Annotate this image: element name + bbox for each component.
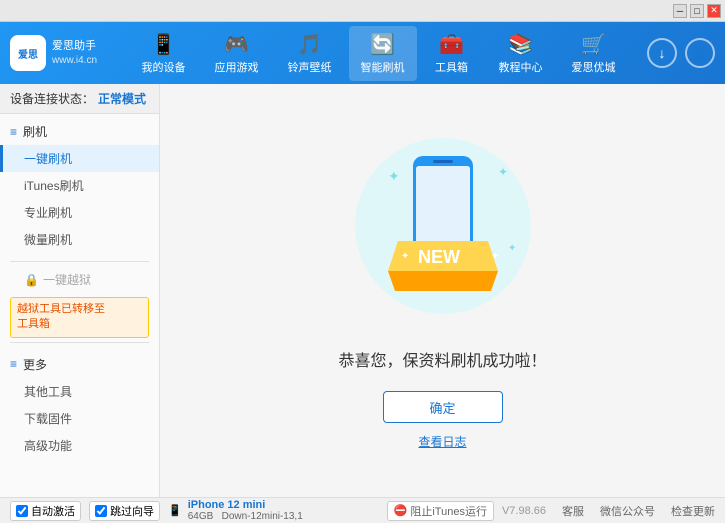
content-area: ✦ ✦ ✦ NEW ✦ ✦	[160, 84, 725, 497]
logo-icon: 爱思	[10, 35, 46, 71]
bottom-right: V7.98.66 客服 微信公众号 检查更新	[502, 503, 715, 519]
header: 爱思 爱思助手 www.i4.cn 📱 我的设备 🎮 应用游戏 🎵 铃声壁纸 🔄…	[0, 22, 725, 84]
nav-bar: 📱 我的设备 🎮 应用游戏 🎵 铃声壁纸 🔄 智能刷机 🧰 工具箱 📚 教程中心…	[110, 26, 647, 81]
daily-link[interactable]: 查看日志	[418, 433, 466, 450]
nav-smart-flash[interactable]: 🔄 智能刷机	[349, 26, 417, 81]
header-right: ↓ 👤	[647, 38, 715, 68]
ringtone-icon: 🎵	[297, 32, 322, 57]
flash-section-icon: ≡	[10, 125, 17, 139]
auto-connect-input[interactable]	[16, 505, 28, 517]
check-update-link[interactable]: 检查更新	[671, 503, 715, 519]
wechat-link[interactable]: 微信公众号	[600, 503, 655, 519]
flash-section-header[interactable]: ≡ 刷机	[0, 118, 159, 145]
tutorial-icon: 📚	[508, 32, 533, 57]
nav-apps-games[interactable]: 🎮 应用游戏	[203, 26, 271, 81]
svg-text:NEW: NEW	[418, 247, 460, 267]
download-button[interactable]: ↓	[647, 38, 677, 68]
svg-text:✦: ✦	[491, 251, 499, 262]
more-section-icon: ≡	[10, 357, 17, 371]
logo-area: 爱思 爱思助手 www.i4.cn	[10, 35, 110, 71]
phone-icon: 📱	[151, 32, 176, 57]
flash-icon: 🔄	[370, 32, 395, 57]
version-text: V7.98.66	[502, 505, 546, 517]
itunes-icon: ⛔	[394, 504, 408, 517]
support-link[interactable]: 客服	[562, 503, 584, 519]
nav-ringtones[interactable]: 🎵 铃声壁纸	[276, 26, 344, 81]
skip-wizard-input[interactable]	[95, 505, 107, 517]
confirm-button[interactable]: 确定	[383, 391, 503, 423]
logo-text: 爱思助手 www.i4.cn	[52, 39, 97, 66]
sidebar-item-advanced[interactable]: 高级功能	[0, 432, 159, 459]
user-button[interactable]: 👤	[685, 38, 715, 68]
success-message: 恭喜您，保资料刷机成功啦！	[338, 347, 546, 371]
svg-text:✦: ✦	[388, 168, 400, 184]
svg-text:✦: ✦	[498, 165, 508, 179]
store-icon: 🛒	[581, 32, 606, 57]
sidebar-section-more: ≡ 更多 其他工具 下载固件 高级功能	[0, 347, 159, 463]
apps-icon: 🎮	[224, 32, 249, 57]
nav-my-device[interactable]: 📱 我的设备	[130, 26, 198, 81]
illustration-svg: ✦ ✦ ✦ NEW ✦ ✦	[343, 131, 543, 331]
nav-store[interactable]: 🛒 爱思优城	[560, 26, 628, 81]
sidebar: 设备连接状态： 正常模式 ≡ 刷机 一键刷机 iTunes刷机 专业刷机 微量刷…	[0, 84, 160, 497]
sidebar-divider-2	[10, 342, 149, 343]
bottom-bar: 自动激活 跳过向导 📱 iPhone 12 mini 64GB Down-12m…	[0, 497, 725, 523]
sidebar-jailbreak-disabled: 🔒 一键越狱	[0, 266, 159, 293]
window-controls[interactable]: ─ □ ✕	[673, 4, 721, 18]
sidebar-section-flash: ≡ 刷机 一键刷机 iTunes刷机 专业刷机 微量刷机	[0, 114, 159, 257]
jailbreak-notice: 越狱工具已转移至工具箱	[10, 297, 149, 338]
toolbox-icon: 🧰	[439, 32, 464, 57]
sidebar-item-download-firmware[interactable]: 下载固件	[0, 405, 159, 432]
sidebar-item-other-tools[interactable]: 其他工具	[0, 378, 159, 405]
skip-wizard-checkbox[interactable]: 跳过向导	[89, 501, 160, 521]
bottom-left: 自动激活 跳过向导 📱 iPhone 12 mini 64GB Down-12m…	[10, 499, 379, 522]
status-bar: 设备连接状态： 正常模式	[0, 84, 159, 114]
sidebar-divider-1	[10, 261, 149, 262]
auto-connect-checkbox[interactable]: 自动激活	[10, 501, 81, 521]
nav-tutorial[interactable]: 📚 教程中心	[487, 26, 555, 81]
lock-icon: 🔒	[24, 273, 39, 287]
maximize-button[interactable]: □	[690, 4, 704, 18]
sidebar-item-one-click-flash[interactable]: 一键刷机	[0, 145, 159, 172]
main-container: 设备连接状态： 正常模式 ≡ 刷机 一键刷机 iTunes刷机 专业刷机 微量刷…	[0, 84, 725, 497]
device-phone-icon: 📱	[168, 504, 182, 517]
nav-toolbox[interactable]: 🧰 工具箱	[422, 26, 482, 81]
sidebar-item-no-data-flash[interactable]: 微量刷机	[0, 226, 159, 253]
sidebar-item-pro-flash[interactable]: 专业刷机	[0, 199, 159, 226]
svg-text:✦: ✦	[508, 243, 516, 254]
sidebar-item-itunes-flash[interactable]: iTunes刷机	[0, 172, 159, 199]
close-button[interactable]: ✕	[707, 4, 721, 18]
title-bar: ─ □ ✕	[0, 0, 725, 22]
svg-text:✦: ✦	[401, 251, 409, 262]
device-info: 📱 iPhone 12 mini 64GB Down-12mini-13,1	[168, 499, 303, 522]
success-illustration: ✦ ✦ ✦ NEW ✦ ✦	[343, 131, 543, 331]
more-section-header[interactable]: ≡ 更多	[0, 351, 159, 378]
itunes-button[interactable]: ⛔ 阻止iTunes运行	[387, 501, 494, 521]
minimize-button[interactable]: ─	[673, 4, 687, 18]
